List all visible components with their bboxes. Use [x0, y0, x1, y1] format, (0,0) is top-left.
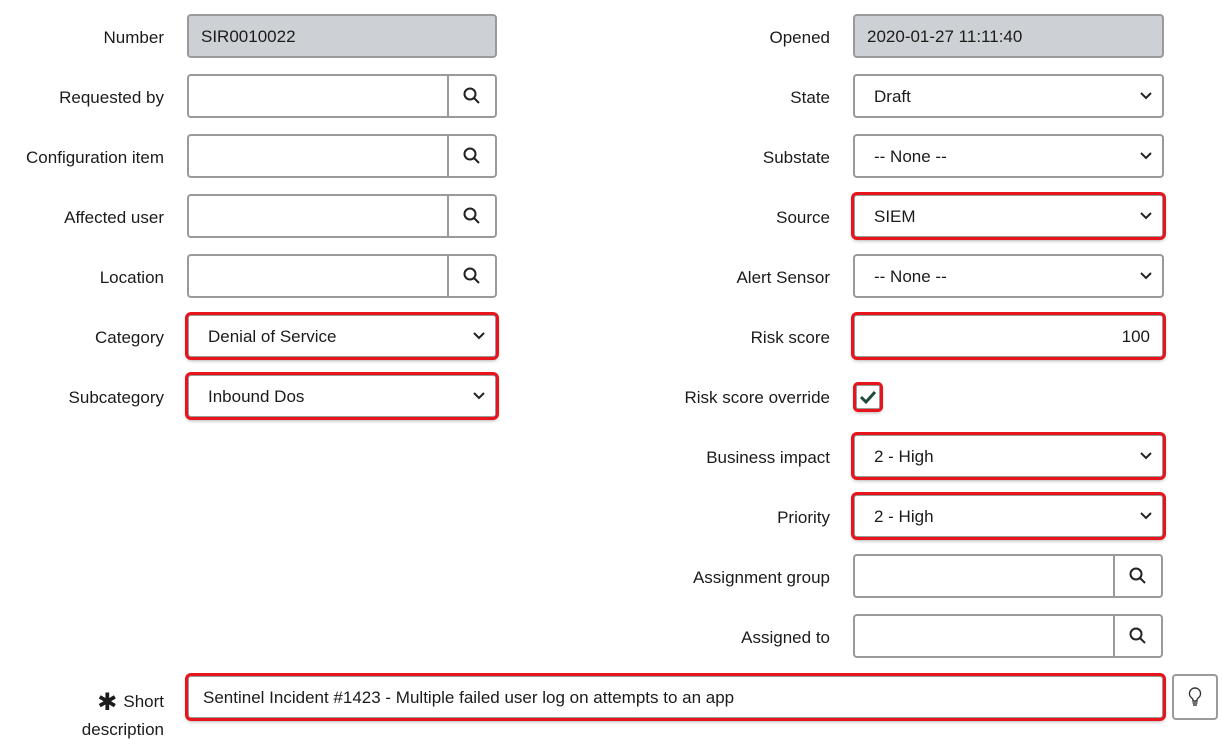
chevron-down-icon [1138, 508, 1154, 524]
chevron-down-icon [1138, 448, 1154, 464]
number-label: Number [103, 28, 164, 47]
short-description-label-line1: Short [123, 692, 164, 711]
location-label: Location [99, 268, 164, 287]
search-icon [462, 86, 482, 106]
assigned-to-lookup-button[interactable] [1113, 616, 1161, 656]
chevron-down-icon [1138, 208, 1154, 224]
assignment-group-label: Assignment group [692, 568, 830, 587]
search-icon [1128, 626, 1148, 646]
assignment-group-lookup-button[interactable] [1113, 556, 1161, 596]
affected-user-lookup-button[interactable] [447, 196, 495, 236]
risk-score-label: Risk score [750, 328, 830, 347]
source-select[interactable]: SIEM [851, 192, 1166, 240]
number-value: SIR0010022 [201, 27, 296, 46]
configuration-item-lookup-button[interactable] [447, 136, 495, 176]
requested-by-field[interactable] [187, 74, 497, 118]
short-description-value: Sentinel Incident #1423 - Multiple faile… [203, 688, 735, 707]
configuration-item-label: Configuration item [26, 148, 164, 167]
assigned-to-label: Assigned to [741, 628, 830, 647]
alert-sensor-label: Alert Sensor [736, 268, 830, 287]
affected-user-field[interactable] [187, 194, 497, 238]
suggestion-button[interactable] [1172, 674, 1218, 720]
assigned-to-field[interactable] [853, 614, 1163, 658]
state-select[interactable]: Draft [853, 74, 1164, 118]
source-value: SIEM [874, 207, 916, 226]
search-icon [462, 206, 482, 226]
priority-select[interactable]: 2 - High [851, 492, 1166, 540]
search-icon [462, 266, 482, 286]
affected-user-label: Affected user [64, 208, 164, 227]
requested-by-lookup-button[interactable] [447, 76, 495, 116]
priority-value: 2 - High [874, 507, 934, 526]
chevron-down-icon [1138, 268, 1154, 284]
checkmark-icon [859, 390, 877, 405]
state-label: State [790, 88, 830, 107]
short-description-label: ✱ Short description [82, 688, 164, 743]
substate-value: -- None -- [874, 147, 947, 166]
lightbulb-icon [1188, 687, 1202, 706]
number-field: SIR0010022 [187, 14, 497, 58]
business-impact-select[interactable]: 2 - High [851, 432, 1166, 480]
risk-score-input[interactable]: 100 [851, 312, 1166, 360]
opened-field: 2020-01-27 11:11:40 [853, 14, 1164, 58]
priority-label: Priority [777, 508, 830, 527]
location-field[interactable] [187, 254, 497, 298]
short-description-label-line2: description [81, 720, 164, 739]
state-value: Draft [874, 87, 911, 106]
required-icon: ✱ [97, 689, 118, 716]
business-impact-value: 2 - High [874, 447, 934, 466]
chevron-down-icon [471, 388, 487, 404]
subcategory-value: Inbound Dos [208, 387, 305, 406]
category-value: Denial of Service [208, 327, 337, 346]
substate-label: Substate [762, 148, 830, 167]
substate-select[interactable]: -- None -- [853, 134, 1164, 178]
requested-by-label: Requested by [59, 88, 164, 107]
short-description-input[interactable]: Sentinel Incident #1423 - Multiple faile… [185, 673, 1166, 721]
subcategory-label: Subcategory [68, 388, 164, 407]
chevron-down-icon [1138, 88, 1154, 104]
source-label: Source [776, 208, 830, 227]
chevron-down-icon [471, 328, 487, 344]
search-icon [1128, 566, 1148, 586]
opened-value: 2020-01-27 11:11:40 [867, 27, 1023, 46]
subcategory-select[interactable]: Inbound Dos [185, 372, 499, 420]
chevron-down-icon [1138, 148, 1154, 164]
alert-sensor-value: -- None -- [874, 267, 947, 286]
risk-score-override-checkbox[interactable] [853, 382, 883, 412]
location-lookup-button[interactable] [447, 256, 495, 296]
category-label: Category [95, 328, 164, 347]
alert-sensor-select[interactable]: -- None -- [853, 254, 1164, 298]
opened-label: Opened [769, 28, 831, 47]
search-icon [462, 146, 482, 166]
risk-score-value: 100 [1121, 327, 1150, 346]
assignment-group-field[interactable] [853, 554, 1163, 598]
configuration-item-field[interactable] [187, 134, 497, 178]
business-impact-label: Business impact [706, 448, 830, 467]
risk-score-override-label: Risk score override [684, 388, 831, 407]
category-select[interactable]: Denial of Service [185, 312, 499, 360]
